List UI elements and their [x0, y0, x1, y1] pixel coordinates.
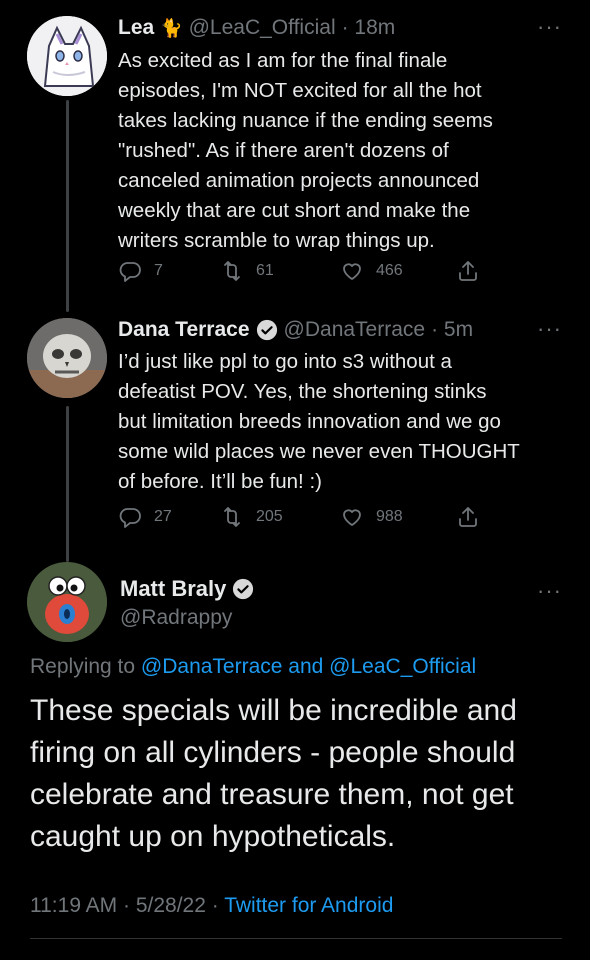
retweet-count: 61	[256, 262, 274, 279]
mention-dana[interactable]: @DanaTerrace	[141, 655, 283, 678]
share-button[interactable]	[456, 259, 480, 283]
timestamp[interactable]: · 18m	[342, 16, 396, 40]
reply-icon	[119, 262, 141, 282]
cat-emoji-icon: 🐈	[160, 17, 183, 38]
avatar[interactable]	[27, 16, 107, 96]
display-name[interactable]: Lea	[118, 16, 154, 40]
replying-prefix: Replying to	[30, 655, 141, 678]
display-name[interactable]: Matt Braly	[120, 576, 226, 602]
reply-count: 27	[154, 508, 172, 525]
handle[interactable]: @DanaTerrace	[284, 318, 426, 342]
tweet-actions: 7 61 466	[118, 259, 480, 283]
more-icon[interactable]: ···	[537, 14, 562, 40]
tweet-meta: 11:19 AM · 5/28/22 · Twitter for Android	[30, 894, 393, 918]
retweet-count: 205	[256, 508, 283, 525]
mention-lea[interactable]: @LeaC_Official	[329, 655, 476, 678]
avatar[interactable]	[27, 562, 107, 642]
tweet-header: Dana Terrace @DanaTerrace · 5m	[118, 318, 473, 342]
skull-avatar-image	[27, 318, 107, 398]
thread-line	[66, 100, 69, 312]
handle[interactable]: @Radrappy	[120, 606, 232, 630]
tweet-header: Lea 🐈 @LeaC_Official · 18m	[118, 16, 395, 40]
retweet-icon	[224, 507, 240, 527]
like-count: 466	[376, 262, 403, 279]
retweet-button[interactable]: 205	[220, 505, 340, 529]
main-name-row: Matt Braly	[120, 576, 254, 602]
divider	[30, 938, 562, 939]
handle[interactable]: @LeaC_Official	[189, 16, 336, 40]
more-icon[interactable]: ···	[537, 316, 562, 342]
like-count: 988	[376, 508, 403, 525]
share-button[interactable]	[456, 505, 480, 529]
like-button[interactable]: 466	[340, 259, 456, 283]
creature-avatar-image	[27, 562, 107, 642]
timestamp[interactable]: · 5m	[431, 318, 473, 342]
like-icon	[343, 263, 361, 280]
reply-button[interactable]: 27	[118, 505, 220, 529]
reply-button[interactable]: 7	[118, 259, 220, 283]
display-name[interactable]: Dana Terrace	[118, 318, 250, 342]
share-icon	[459, 261, 477, 281]
more-icon[interactable]: ···	[537, 578, 562, 604]
share-icon	[459, 507, 477, 527]
like-icon	[343, 509, 361, 526]
tweet-text: I’d just like ppl to go into s3 without …	[118, 350, 520, 493]
main-tweet-text: These specials will be incredible and fi…	[30, 694, 517, 853]
reply-icon	[119, 508, 141, 528]
avatar[interactable]	[27, 318, 107, 398]
verified-icon	[233, 578, 254, 600]
retweet-button[interactable]: 61	[220, 259, 340, 283]
verified-icon	[256, 319, 277, 341]
retweet-icon	[224, 261, 240, 281]
thread-line	[66, 406, 69, 562]
tweet-datetime[interactable]: 11:19 AM · 5/28/22 ·	[30, 894, 224, 917]
like-button[interactable]: 988	[340, 505, 456, 529]
replying-and[interactable]: and	[282, 655, 329, 678]
cat-avatar-image	[27, 16, 107, 96]
reply-count: 7	[154, 262, 163, 279]
tweet-text: As excited as I am for the final finale …	[118, 49, 493, 252]
tweet-actions: 27 205 988	[118, 505, 480, 529]
replying-to: Replying to @DanaTerrace and @LeaC_Offic…	[30, 655, 476, 679]
tweet-source[interactable]: Twitter for Android	[224, 894, 393, 917]
